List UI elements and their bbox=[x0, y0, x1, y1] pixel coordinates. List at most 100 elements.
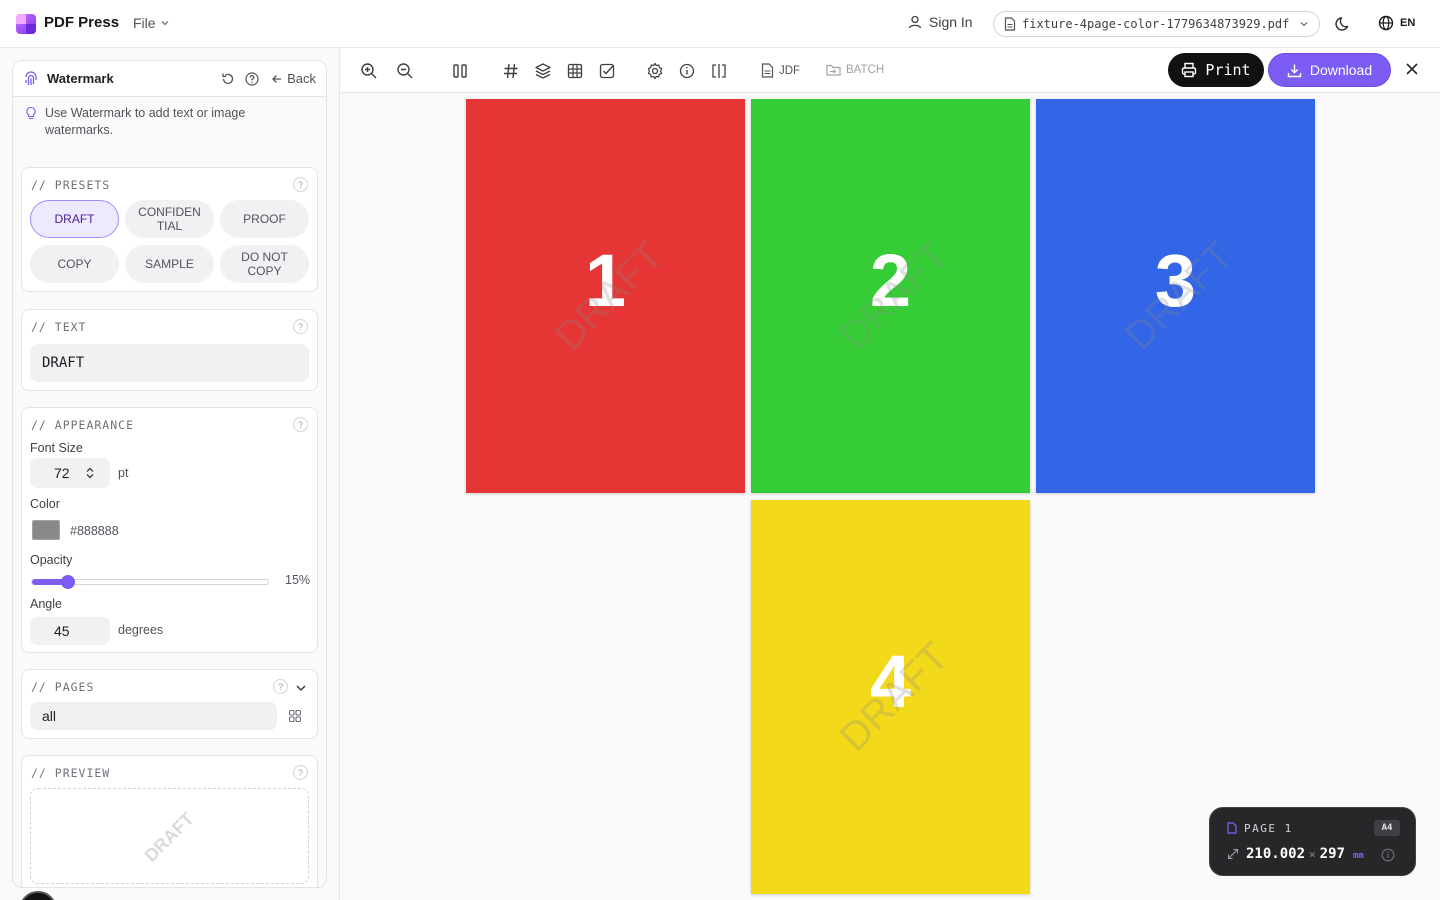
font-size-label: Font Size bbox=[30, 441, 83, 455]
paper-size-badge: A4 bbox=[1374, 820, 1400, 836]
help-icon[interactable]: ? bbox=[293, 417, 308, 432]
reset-icon[interactable] bbox=[221, 72, 235, 86]
n-badge-button[interactable]: N bbox=[19, 891, 57, 900]
color-swatch[interactable] bbox=[32, 520, 60, 540]
jdf-label: JDF bbox=[779, 64, 801, 77]
app-logo-icon[interactable] bbox=[16, 14, 36, 34]
arrow-left-icon bbox=[272, 74, 282, 83]
chevron-down-icon[interactable] bbox=[295, 682, 307, 694]
chevron-down-icon bbox=[1300, 22, 1308, 27]
lightbulb-icon bbox=[26, 106, 36, 120]
pdf-page-3[interactable]: 3 DRAFT bbox=[1036, 99, 1315, 493]
back-label: Back bbox=[287, 71, 316, 86]
appearance-section: // APPEARANCE ? Font Size 72 pt Color #8… bbox=[21, 407, 318, 653]
preset-copy-button[interactable]: COPY bbox=[30, 245, 119, 283]
download-label: Download bbox=[1309, 62, 1373, 78]
info-icon[interactable] bbox=[678, 62, 696, 80]
viewer-toolbar: JDF BATCH Print Download bbox=[341, 48, 1440, 93]
file-menu-label: File bbox=[133, 15, 156, 31]
help-icon[interactable] bbox=[245, 71, 259, 86]
opacity-slider-handle[interactable] bbox=[60, 575, 75, 589]
pages-section: // PAGES ? all bbox=[21, 669, 318, 739]
sidebar: Watermark Back Use Watermark to add text… bbox=[0, 48, 340, 900]
globe-icon bbox=[1378, 15, 1394, 31]
angle-input[interactable]: 45 bbox=[30, 617, 110, 645]
printer-icon bbox=[1182, 62, 1197, 78]
panel-hint: Use Watermark to add text or image water… bbox=[13, 97, 326, 139]
angle-label: Angle bbox=[30, 597, 62, 611]
dimension-separator: × bbox=[1309, 848, 1316, 861]
opacity-label: Opacity bbox=[30, 553, 73, 567]
dark-mode-moon-icon[interactable] bbox=[1335, 15, 1353, 33]
panel-header: Watermark Back bbox=[13, 61, 326, 97]
angle-unit: degrees bbox=[118, 623, 164, 637]
page-height: 297 bbox=[1319, 846, 1345, 862]
layers-icon[interactable] bbox=[534, 62, 552, 80]
preview-section: // PREVIEW ? DRAFT bbox=[21, 755, 318, 887]
zoom-out-icon[interactable] bbox=[396, 62, 414, 80]
help-icon[interactable]: ? bbox=[293, 177, 308, 192]
panel-title: Watermark bbox=[47, 71, 114, 86]
page-info-card: PAGE 1 A4 210.002 × 297 mm bbox=[1209, 807, 1416, 876]
hint-text: Use Watermark to add text or image water… bbox=[45, 106, 246, 137]
help-icon[interactable]: ? bbox=[293, 765, 308, 780]
table-icon[interactable] bbox=[566, 62, 584, 80]
columns-icon[interactable] bbox=[451, 62, 469, 80]
compare-icon[interactable] bbox=[710, 62, 728, 80]
preset-draft-button[interactable]: DRAFT bbox=[30, 200, 119, 238]
preset-confidential-button[interactable]: CONFIDEN TIAL bbox=[125, 200, 214, 238]
page-dimensions: 210.002 × 297 mm bbox=[1246, 846, 1364, 862]
close-icon[interactable] bbox=[1404, 61, 1420, 77]
appearance-title: // APPEARANCE bbox=[31, 418, 135, 432]
help-icon[interactable]: ? bbox=[293, 319, 308, 334]
pdf-page-1[interactable]: 1 DRAFT bbox=[466, 99, 745, 493]
color-hex-value[interactable]: #888888 bbox=[70, 524, 119, 538]
download-icon bbox=[1287, 64, 1302, 77]
stepper-arrows-icon[interactable] bbox=[86, 467, 94, 479]
pdf-page-4[interactable]: 4 DRAFT bbox=[751, 500, 1030, 894]
top-bar: PDF Press File Sign In fixture-4page-col… bbox=[0, 0, 1440, 48]
preset-proof-button[interactable]: PROOF bbox=[220, 200, 309, 238]
preset-sample-button[interactable]: SAMPLE bbox=[125, 245, 214, 283]
fingerprint-icon bbox=[25, 70, 37, 85]
text-title: // TEXT bbox=[31, 320, 87, 334]
preview-box: DRAFT bbox=[30, 788, 309, 884]
info-icon[interactable] bbox=[1381, 848, 1395, 862]
resize-icon bbox=[1227, 848, 1239, 860]
pages-input[interactable]: all bbox=[30, 702, 277, 730]
file-menu[interactable]: File bbox=[133, 15, 170, 31]
presets-section: // PRESETS ? DRAFT CONFIDEN TIAL PROOF C… bbox=[21, 167, 318, 292]
checkbox-icon[interactable] bbox=[598, 62, 616, 80]
grid-icon[interactable] bbox=[288, 709, 302, 723]
document-icon bbox=[761, 63, 774, 78]
sign-in-button[interactable]: Sign In bbox=[907, 14, 973, 30]
download-button[interactable]: Download bbox=[1268, 53, 1391, 87]
font-size-value: 72 bbox=[54, 465, 70, 481]
chevron-down-icon bbox=[161, 21, 169, 26]
batch-button[interactable]: BATCH bbox=[826, 63, 884, 77]
preset-list: DRAFT CONFIDEN TIAL PROOF COPY SAMPLE DO… bbox=[30, 200, 309, 283]
app-name[interactable]: PDF Press bbox=[44, 14, 119, 31]
font-size-stepper[interactable]: 72 bbox=[30, 458, 110, 488]
language-selector[interactable]: EN bbox=[1378, 15, 1415, 31]
settings-gear-icon[interactable] bbox=[646, 62, 664, 80]
dimension-unit: mm bbox=[1352, 851, 1364, 861]
zoom-in-icon[interactable] bbox=[360, 62, 378, 80]
opacity-slider[interactable] bbox=[31, 575, 269, 589]
watermark-panel: Watermark Back Use Watermark to add text… bbox=[12, 60, 327, 888]
help-icon[interactable]: ? bbox=[273, 679, 288, 694]
print-button[interactable]: Print bbox=[1168, 53, 1264, 87]
font-size-unit: pt bbox=[118, 466, 129, 480]
hash-icon[interactable] bbox=[502, 62, 520, 80]
watermark-text-input[interactable]: DRAFT bbox=[30, 344, 309, 382]
preview-title: // PREVIEW bbox=[31, 766, 111, 780]
jdf-button[interactable]: JDF bbox=[761, 63, 800, 78]
opacity-value: 15% bbox=[285, 573, 311, 587]
pdf-page-2[interactable]: 2 DRAFT bbox=[751, 99, 1030, 493]
back-button[interactable]: Back bbox=[271, 71, 316, 86]
preview-watermark: DRAFT bbox=[140, 808, 198, 866]
color-label: Color bbox=[30, 497, 60, 511]
file-selector[interactable]: fixture-4page-color-1779634873929.pdf bbox=[993, 11, 1320, 37]
page-indicator: PAGE 1 bbox=[1244, 822, 1293, 835]
preset-do-not-copy-button[interactable]: DO NOT COPY bbox=[220, 245, 309, 283]
